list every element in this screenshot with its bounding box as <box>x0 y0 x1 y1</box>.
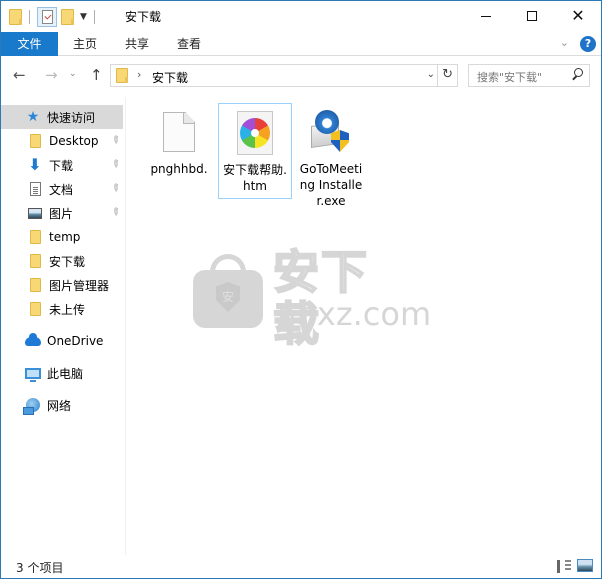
sidebar-item-documents[interactable]: 文档 ✎ <box>1 177 123 201</box>
toolbar-separator <box>93 10 95 24</box>
sidebar-item-onedrive[interactable]: OneDrive <box>1 329 123 353</box>
sidebar-item-network[interactable]: 网络 <box>1 393 123 417</box>
pin-icon[interactable]: ✎ <box>108 206 122 220</box>
download-arrow-icon: ⬇ <box>28 155 42 174</box>
sidebar-item-label: 文档 <box>49 182 74 197</box>
customize-dropdown-icon[interactable]: ▼ <box>80 12 87 22</box>
sidebar-item-label: 图片管理器 <box>49 278 110 293</box>
breadcrumb-segment[interactable]: 安下载 <box>152 69 188 86</box>
sidebar-item-picture-manager[interactable]: 图片管理器 <box>1 273 123 297</box>
toolbar-separator <box>29 10 30 24</box>
sidebar-item-label: 安下载 <box>49 254 86 269</box>
item-count: 3 个项目 <box>16 561 64 575</box>
tab-share[interactable]: 共享 <box>115 32 159 56</box>
up-arrow-icon[interactable]: ↑ <box>90 66 103 84</box>
sidebar-item-label: Desktop <box>49 134 99 148</box>
address-bar[interactable]: › 安下载 ⌄ ↻ <box>110 64 458 87</box>
properties-icon <box>41 10 53 24</box>
window-title: 安下载 <box>125 10 162 24</box>
computer-icon <box>25 365 41 382</box>
title-bar: ▼ 安下载 ✕ <box>1 1 601 31</box>
explorer-window: ▼ 安下载 ✕ 文件 主页 共享 查看 ⌄ ? ← → ⌄ ↑ › 安下载 ⌄ … <box>0 0 602 579</box>
search-icon[interactable] <box>572 68 583 81</box>
sidebar-item-label: 快速访问 <box>47 110 96 125</box>
large-icons-view-icon[interactable] <box>577 559 593 572</box>
sidebar-item-label: 图片 <box>49 206 74 221</box>
tab-view[interactable]: 查看 <box>167 32 211 56</box>
navigation-pane: ★ 快速访问 Desktop ✎ ⬇ 下载 ✎ 文档 ✎ 图片 ✎ temp 安… <box>1 97 125 551</box>
file-item[interactable]: 安下载帮助.htm <box>218 103 292 199</box>
file-item[interactable]: GoToMeeting Installer.exe <box>294 103 368 213</box>
folder-icon <box>27 133 43 149</box>
folder-icon <box>27 229 43 245</box>
sidebar-item-quick-access[interactable]: ★ 快速访问 <box>1 105 123 129</box>
refresh-icon[interactable]: ↻ <box>442 67 453 82</box>
watermark-logo: 安 安下载 anxz.com <box>193 245 431 351</box>
installer-exe-icon <box>309 110 353 154</box>
sidebar-item-not-uploaded[interactable]: 未上传 <box>1 297 123 321</box>
folder-icon[interactable] <box>9 9 22 25</box>
minimize-icon <box>481 15 491 17</box>
watermark-en-text: anxz.com <box>277 295 432 333</box>
pin-icon[interactable]: ✎ <box>108 134 122 148</box>
folder-icon <box>116 68 128 83</box>
file-name: GoToMeeting Installer.exe <box>299 162 363 208</box>
quick-access-toolbar: ▼ <box>9 7 98 27</box>
pin-icon[interactable]: ✎ <box>108 182 122 196</box>
sidebar-item-label: 此电脑 <box>47 366 84 381</box>
sidebar-item-pictures[interactable]: 图片 ✎ <box>1 201 123 225</box>
properties-button[interactable] <box>37 7 57 27</box>
picture-icon <box>27 205 43 221</box>
new-folder-icon[interactable] <box>61 9 74 25</box>
details-view-icon[interactable] <box>557 560 571 572</box>
blank-file-icon <box>163 112 195 152</box>
folder-icon <box>27 277 43 293</box>
sidebar-item-label: 网络 <box>47 398 72 413</box>
sidebar-item-this-pc[interactable]: 此电脑 <box>1 361 123 385</box>
forward-arrow-icon[interactable]: → <box>45 66 58 84</box>
sidebar-item-desktop[interactable]: Desktop ✎ <box>1 129 123 153</box>
close-icon: ✕ <box>571 6 585 25</box>
ribbon-tabs: 文件 主页 共享 查看 ⌄ ? <box>1 32 601 56</box>
recent-locations-chevron-icon[interactable]: ⌄ <box>69 69 77 79</box>
navigation-bar: ← → ⌄ ↑ › 安下载 ⌄ ↻ 搜索"安下载" <box>1 58 601 94</box>
file-name: 安下载帮助.htm <box>223 163 287 193</box>
status-bar: 3 个项目 <box>1 555 601 578</box>
sidebar-item-temp[interactable]: temp <box>1 225 123 249</box>
htm-file-icon <box>237 111 273 155</box>
folder-icon <box>27 301 43 317</box>
maximize-button[interactable] <box>509 1 555 31</box>
pane-divider[interactable] <box>125 97 126 555</box>
maximize-icon <box>527 11 537 21</box>
document-icon <box>27 181 43 197</box>
sidebar-item-label: 下载 <box>49 158 74 173</box>
minimize-button[interactable] <box>463 1 509 31</box>
address-divider <box>437 65 438 86</box>
pin-icon[interactable]: ✎ <box>108 158 122 172</box>
sidebar-item-anxz[interactable]: 安下载 <box>1 249 123 273</box>
address-history-chevron-icon[interactable]: ⌄ <box>427 69 435 80</box>
file-name: pnghhbd. <box>150 162 208 176</box>
search-input[interactable]: 搜索"安下载" <box>468 64 590 87</box>
star-icon: ★ <box>26 109 40 125</box>
breadcrumb-separator[interactable]: › <box>137 68 141 81</box>
sidebar-item-label: temp <box>49 230 81 244</box>
back-arrow-icon[interactable]: ← <box>13 66 26 84</box>
file-item[interactable]: pnghhbd. <box>142 103 216 181</box>
tab-file[interactable]: 文件 <box>1 32 58 56</box>
search-placeholder: 搜索"安下载" <box>477 71 543 84</box>
expand-ribbon-chevron-icon[interactable]: ⌄ <box>560 36 569 49</box>
window-controls: ✕ <box>463 1 601 31</box>
folder-icon <box>27 253 43 269</box>
sidebar-item-label: 未上传 <box>49 302 86 317</box>
sidebar-item-label: OneDrive <box>47 334 104 348</box>
shopping-bag-shield-icon: 安 <box>193 254 263 328</box>
network-icon <box>23 397 41 415</box>
sidebar-item-downloads[interactable]: ⬇ 下载 ✎ <box>1 153 123 177</box>
tab-home[interactable]: 主页 <box>63 32 107 56</box>
onedrive-cloud-icon <box>25 332 41 349</box>
close-button[interactable]: ✕ <box>555 1 601 31</box>
help-icon[interactable]: ? <box>580 36 596 52</box>
